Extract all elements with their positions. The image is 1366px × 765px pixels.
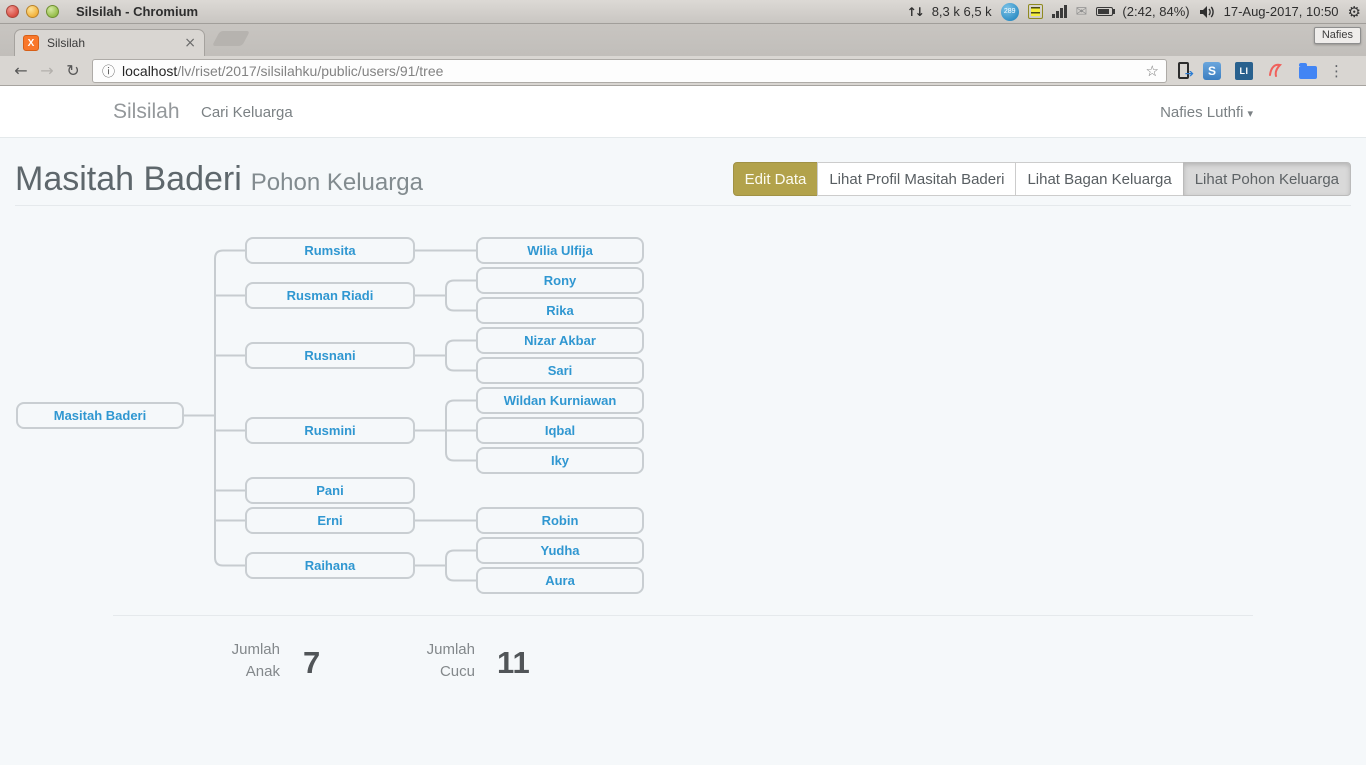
- stat-cucu-value: 11: [497, 646, 530, 680]
- navbar-link-cari-keluarga[interactable]: Cari Keluarga: [201, 104, 293, 121]
- send-to-phone-extension-icon[interactable]: ➔: [1178, 62, 1189, 79]
- tree-node[interactable]: Rika: [476, 297, 644, 324]
- tree-node[interactable]: Rusnani: [245, 342, 415, 369]
- page-info-icon[interactable]: ⓘ: [102, 61, 115, 80]
- extension-icons: ➔ S LI: [1178, 62, 1317, 80]
- edit-data-button[interactable]: Edit Data: [733, 162, 819, 196]
- browser-toolbar: ← → ↻ ⓘ localhost /lv/riset/2017/silsila…: [0, 56, 1366, 86]
- counter-badge-icon[interactable]: 289: [1001, 3, 1019, 21]
- battery-icon[interactable]: [1096, 7, 1113, 16]
- laravel-extension-icon[interactable]: [1267, 62, 1285, 79]
- network-rate-label: 8,3 k 6,5 k: [932, 4, 992, 19]
- page-content: Masitah BaderiPohon Keluarga Edit Data L…: [0, 138, 1366, 765]
- close-tab-icon[interactable]: ×: [184, 35, 196, 51]
- bookmark-star-icon[interactable]: ☆: [1146, 62, 1159, 80]
- maximize-window-button[interactable]: [46, 5, 59, 18]
- tree-node[interactable]: Aura: [476, 567, 644, 594]
- tree-divider: [113, 615, 1253, 616]
- browser-menu-icon[interactable]: ⋮: [1329, 62, 1344, 80]
- battery-status-label: (2:42, 84%): [1122, 4, 1189, 19]
- url-host: localhost: [122, 63, 177, 79]
- tree-node[interactable]: Sari: [476, 357, 644, 384]
- lihat-profil-button[interactable]: Lihat Profil Masitah Baderi: [817, 162, 1016, 196]
- minimize-window-button[interactable]: [26, 5, 39, 18]
- system-tray: ↑↓ 8,3 k 6,5 k 289 ✉ (2:42, 84%) 17-Aug-…: [907, 3, 1366, 21]
- settings-gear-icon[interactable]: ⚙: [1348, 3, 1361, 21]
- new-tab-button[interactable]: [212, 31, 250, 46]
- browser-tab-strip: X Silsilah ×: [0, 24, 1366, 56]
- tree-node[interactable]: Rony: [476, 267, 644, 294]
- forward-icon[interactable]: →: [34, 61, 60, 80]
- stat-anak-value: 7: [303, 646, 320, 680]
- tree-node[interactable]: Raihana: [245, 552, 415, 579]
- window-controls: [0, 5, 59, 18]
- tree-node[interactable]: Masitah Baderi: [16, 402, 184, 429]
- tree-nodes: Wilia Ulfija Rumsita Rony Rika Rusman Riadi N…: [0, 138, 700, 608]
- tree-node[interactable]: Rusmini: [245, 417, 415, 444]
- tab-title: Silsilah: [47, 36, 184, 50]
- tree-node[interactable]: Rusman Riadi: [245, 282, 415, 309]
- lihat-pohon-button[interactable]: Lihat Pohon Keluarga: [1183, 162, 1351, 196]
- stat-anak-label: Jumlah Anak: [170, 639, 280, 683]
- clock-label[interactable]: 17-Aug-2017, 10:50: [1224, 4, 1339, 19]
- stat-cucu-label: Jumlah Cucu: [365, 639, 475, 683]
- tree-node[interactable]: Rumsita: [245, 237, 415, 264]
- signal-strength-icon[interactable]: [1052, 5, 1067, 18]
- volume-icon[interactable]: [1199, 5, 1215, 19]
- navbar-brand[interactable]: Silsilah: [113, 100, 180, 124]
- tree-node[interactable]: Nizar Akbar: [476, 327, 644, 354]
- window-title: Silsilah - Chromium: [76, 4, 198, 19]
- list-indicator-icon[interactable]: [1028, 4, 1043, 19]
- favicon-xampp-icon: X: [23, 35, 39, 51]
- user-dropdown[interactable]: Nafies Luthfi▾: [1160, 104, 1253, 121]
- tree-node[interactable]: Erni: [245, 507, 415, 534]
- site-navbar: Silsilah Cari Keluarga Nafies Luthfi▾: [0, 86, 1366, 138]
- browser-tab-silsilah[interactable]: X Silsilah ×: [14, 29, 205, 56]
- desktop-top-panel: Silsilah - Chromium ↑↓ 8,3 k 6,5 k 289 ✉…: [0, 0, 1366, 24]
- tree-node[interactable]: Iqbal: [476, 417, 644, 444]
- li-extension-icon[interactable]: LI: [1235, 62, 1253, 80]
- lihat-bagan-button[interactable]: Lihat Bagan Keluarga: [1015, 162, 1183, 196]
- username-overlay-badge: Nafies: [1314, 27, 1361, 44]
- tree-node[interactable]: Robin: [476, 507, 644, 534]
- caret-down-icon: ▾: [1247, 107, 1253, 120]
- tree-node[interactable]: Wildan Kurniawan: [476, 387, 644, 414]
- s-extension-icon[interactable]: S: [1203, 62, 1221, 80]
- reload-icon[interactable]: ↻: [60, 61, 86, 80]
- tree-node[interactable]: Yudha: [476, 537, 644, 564]
- view-actions-group: Edit Data Lihat Profil Masitah Baderi Li…: [733, 162, 1351, 196]
- close-window-button[interactable]: [6, 5, 19, 18]
- blue-folder-extension-icon[interactable]: [1299, 66, 1317, 79]
- tree-node[interactable]: Wilia Ulfija: [476, 237, 644, 264]
- url-path: /lv/riset/2017/silsilahku/public/users/9…: [177, 63, 443, 79]
- tree-node[interactable]: Pani: [245, 477, 415, 504]
- mail-icon[interactable]: ✉: [1076, 4, 1088, 20]
- back-icon[interactable]: ←: [8, 61, 34, 80]
- network-traffic-icon[interactable]: ↑↓: [907, 5, 923, 19]
- address-bar[interactable]: ⓘ localhost /lv/riset/2017/silsilahku/pu…: [92, 59, 1167, 83]
- tree-node[interactable]: Iky: [476, 447, 644, 474]
